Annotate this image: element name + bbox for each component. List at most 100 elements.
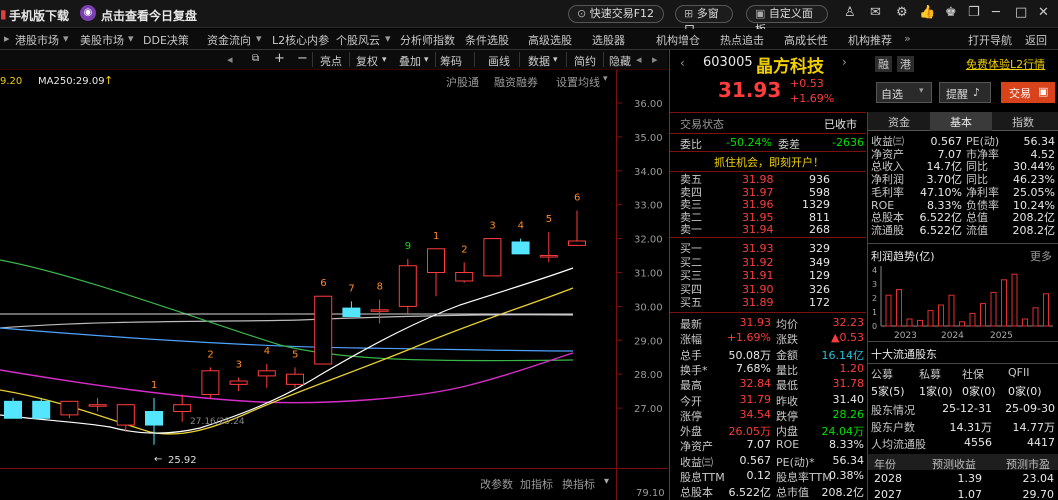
remind-button[interactable]: 提醒 ♪ bbox=[939, 82, 991, 103]
menu-item-dde[interactable]: DDE决策 bbox=[143, 32, 189, 48]
close-icon[interactable]: ✕ bbox=[1038, 5, 1049, 20]
menu-item-growth[interactable]: 高成长性 bbox=[784, 32, 828, 48]
profit-trend-chart: 4 3 2 1 0 2023 2024 2025 bbox=[872, 266, 1053, 340]
tab-index[interactable]: 指数 bbox=[1012, 114, 1034, 130]
draw-line-button[interactable]: 画线 bbox=[488, 53, 510, 69]
open-account-ad[interactable]: 抓住机会，即刻开户！ bbox=[714, 154, 824, 170]
fund-value: 3.70亿 bbox=[926, 173, 963, 187]
add-indicator-link[interactable]: 加指标 bbox=[520, 476, 553, 492]
thumb-up-icon[interactable]: 👍 bbox=[919, 5, 935, 20]
profit-bar bbox=[980, 303, 986, 327]
mail-icon[interactable]: ✉ bbox=[870, 5, 881, 20]
change-params-link[interactable]: 改参数 bbox=[480, 476, 513, 492]
profit-y-tick: 0 bbox=[872, 322, 877, 331]
toolbar-left-arrow-icon-2[interactable]: ◂ bbox=[636, 53, 642, 66]
select-button[interactable]: 自选 ▾ bbox=[876, 82, 932, 103]
adjust-button[interactable]: 复权 bbox=[356, 53, 378, 69]
simple-button[interactable]: 简约 bbox=[574, 53, 596, 69]
tab-basic[interactable]: 基本 bbox=[950, 114, 972, 130]
set-ma-link[interactable]: 设置均线 bbox=[556, 74, 600, 90]
back-link[interactable]: 返回 bbox=[1025, 32, 1047, 48]
kline-svg: 36.00 35.00 34.00 33.00 32.00 31.00 30.00 29.00… bbox=[0, 70, 668, 500]
stat-label: 均价 bbox=[776, 318, 798, 331]
restore-icon[interactable]: ❐ bbox=[968, 5, 980, 20]
recap-promo-link[interactable]: 点击查看今日复盘 bbox=[101, 7, 197, 24]
bid-volume: 326 bbox=[809, 282, 830, 296]
fund-value: 56.34 bbox=[1023, 135, 1056, 148]
free-l2-link[interactable]: 免费体验L2行情 bbox=[966, 56, 1045, 72]
multi-window-button[interactable]: ⊞ 多窗口 bbox=[675, 5, 733, 36]
y-tick-label: 27.00 bbox=[634, 404, 663, 415]
y-tick-label: 35.00 bbox=[634, 133, 663, 144]
custom-panel-button[interactable]: ▣ 自定义面板 bbox=[746, 5, 828, 36]
prev-stock-icon[interactable]: ‹ bbox=[680, 56, 685, 70]
y-tick-label: 30.00 bbox=[634, 302, 663, 313]
menu-item-capital-flow[interactable]: 资金流向 bbox=[207, 32, 251, 48]
date-annotation: 27.16/25.24 bbox=[190, 417, 245, 427]
fund-label: 总值 bbox=[966, 211, 988, 225]
settings-icon[interactable]: ⚙ bbox=[896, 5, 908, 20]
highlight-button[interactable]: 亮点 bbox=[320, 53, 342, 69]
menu-item-hk[interactable]: 港股市场 bbox=[15, 32, 59, 48]
profit-bar bbox=[896, 289, 902, 327]
profit-more-link[interactable]: 更多 bbox=[1030, 248, 1052, 264]
hide-button[interactable]: 隐藏 bbox=[609, 53, 631, 69]
menu-item-advanced[interactable]: 高级选股 bbox=[528, 32, 572, 48]
info-tabs: 资金 基本 指数 bbox=[868, 112, 1058, 131]
stat-label: 涨幅 bbox=[680, 333, 702, 347]
margin-link[interactable]: 融资融券 bbox=[494, 74, 538, 90]
fund-label: 总股本 bbox=[871, 211, 904, 225]
toolbar-left-arrow-icon[interactable]: ◂ bbox=[227, 53, 233, 66]
hk-connect-link[interactable]: 沪股通 bbox=[446, 74, 479, 90]
td-label: 2 bbox=[461, 244, 467, 255]
next-stock-icon[interactable]: › bbox=[842, 55, 847, 69]
forecast-header-cell: 预测收益 bbox=[932, 458, 976, 471]
forecast-year: 2028 bbox=[874, 472, 902, 485]
ma250-value: MA250:29.09 bbox=[38, 76, 105, 87]
trade-button[interactable]: 交易 ▣ bbox=[1001, 82, 1055, 103]
toolbar-window-icon[interactable]: ⧉ bbox=[252, 53, 259, 64]
mobile-download-link[interactable]: 手机版下载 bbox=[9, 7, 69, 24]
indicator-caret-icon[interactable]: ▾ bbox=[604, 476, 609, 487]
data-button[interactable]: 数据 bbox=[528, 53, 550, 69]
switch-indicator-link[interactable]: 换指标 bbox=[562, 476, 595, 492]
fund-value: 6.522亿 bbox=[919, 211, 963, 225]
stat-value: 6.522亿 bbox=[728, 486, 772, 500]
stat-value: 0.12 bbox=[746, 469, 772, 482]
bottom-axis-tick: 79.10 bbox=[636, 488, 665, 499]
shirt-icon[interactable]: ♚ bbox=[945, 5, 957, 20]
user-icon[interactable]: ♙ bbox=[844, 5, 856, 20]
kline-chart[interactable]: 36.00 35.00 34.00 33.00 32.00 31.00 30.00 29.00… bbox=[0, 70, 668, 500]
profit-y-tick: 4 bbox=[872, 266, 877, 275]
minimize-icon[interactable]: ─ bbox=[992, 5, 1000, 20]
bid-label: 买二 bbox=[680, 255, 702, 269]
menu-item-us[interactable]: 美股市场 bbox=[80, 32, 124, 48]
menu-item-condition[interactable]: 条件选股 bbox=[465, 32, 509, 48]
trade-icon: ▣ bbox=[1038, 85, 1049, 98]
toolbar-right-arrow-icon[interactable]: ▸ bbox=[652, 53, 658, 66]
ma-marker-icon: ↑ bbox=[104, 74, 114, 87]
stat-value: 32.23 bbox=[832, 316, 865, 329]
menu-item-screener[interactable]: 选股器 bbox=[592, 32, 625, 48]
profit-bar bbox=[1022, 318, 1028, 327]
tab-capital[interactable]: 资金 bbox=[888, 114, 910, 130]
menu-item-stock-story[interactable]: 个股风云 bbox=[336, 32, 380, 48]
stat-value: 16.14亿 bbox=[821, 348, 865, 362]
td-label: 3 bbox=[236, 360, 242, 371]
menu-item-analyst[interactable]: 分析师指数 bbox=[400, 32, 455, 48]
quick-trade-button[interactable]: ⊙ 快速交易F12 bbox=[568, 5, 664, 23]
stat-value: 1.20 bbox=[839, 361, 865, 375]
menu-item-inst-add[interactable]: 机构增仓 bbox=[656, 32, 700, 48]
overlay-button[interactable]: 叠加 bbox=[399, 53, 421, 69]
zoom-in-icon[interactable]: + bbox=[274, 51, 285, 66]
ask-volume: 598 bbox=[809, 185, 830, 199]
zoom-out-icon[interactable]: − bbox=[297, 51, 308, 66]
menu-more-icon[interactable]: » bbox=[904, 32, 911, 45]
menu-item-hotspot[interactable]: 热点追击 bbox=[720, 32, 764, 48]
open-nav-link[interactable]: 打开导航 bbox=[968, 32, 1012, 48]
chips-button[interactable]: 筹码 bbox=[440, 53, 462, 69]
menu-item-inst-rec[interactable]: 机构推荐 bbox=[848, 32, 892, 48]
holder-row-label: 股东户数 bbox=[871, 421, 915, 434]
maximize-icon[interactable]: □ bbox=[1015, 5, 1027, 20]
menu-item-l2[interactable]: L2核心内参 bbox=[272, 32, 329, 48]
